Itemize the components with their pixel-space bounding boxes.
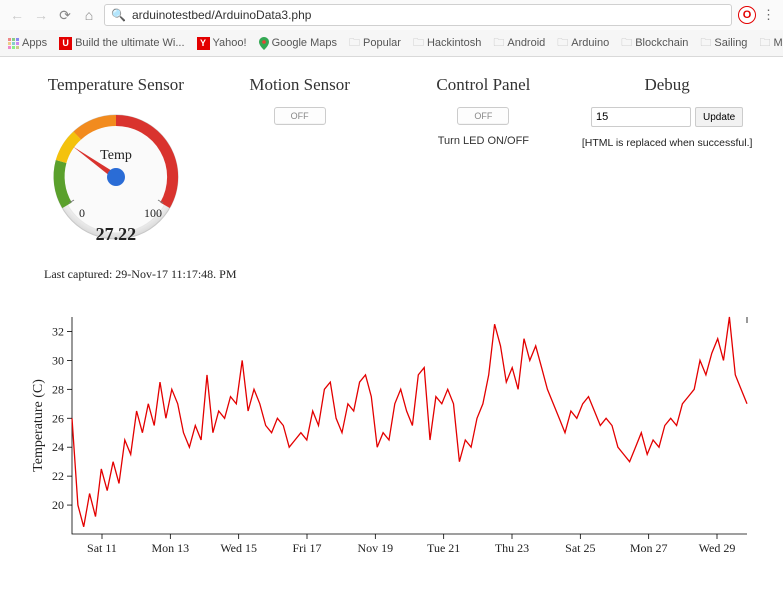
gauge: 0 100 Temp 27.22: [28, 107, 204, 245]
svg-text:Mon 27: Mon 27: [630, 541, 668, 555]
temp-panel: Temperature Sensor: [28, 75, 204, 245]
bookmark-label: Popular: [363, 37, 401, 49]
folder-icon: 🗀: [349, 34, 360, 53]
control-title: Control Panel: [396, 75, 572, 95]
bookmark-popular[interactable]: 🗀Popular: [349, 34, 401, 53]
bookmark-label: Hackintosh: [427, 37, 481, 49]
motion-panel: Motion Sensor OFF: [212, 75, 388, 245]
bookmark-hackintosh[interactable]: 🗀Hackintosh: [413, 34, 481, 53]
browser-chrome: ← → ⟳ ⌂ 🔍 arduinotestbed/ArduinoData3.ph…: [0, 0, 783, 57]
svg-text:Thu 23: Thu 23: [495, 541, 529, 555]
menu-button[interactable]: ⋮: [762, 7, 775, 23]
url-text: arduinotestbed/ArduinoData3.php: [132, 8, 311, 22]
svg-text:Sat 25: Sat 25: [565, 541, 595, 555]
motion-toggle[interactable]: OFF: [274, 107, 326, 125]
bookmark-android[interactable]: 🗀Android: [493, 34, 545, 53]
folder-icon: 🗀: [759, 34, 770, 53]
folder-icon: 🗀: [621, 34, 632, 53]
debug-title: Debug: [579, 75, 755, 95]
svg-text:Wed 15: Wed 15: [220, 541, 257, 555]
svg-text:Sat 11: Sat 11: [87, 541, 117, 555]
temp-title: Temperature Sensor: [28, 75, 204, 95]
forward-button[interactable]: →: [32, 6, 50, 24]
apps-icon: [8, 38, 19, 49]
bookmark-yahoo[interactable]: Y Yahoo!: [197, 37, 247, 50]
debug-input[interactable]: [591, 107, 691, 127]
control-sublabel: Turn LED ON/OFF: [396, 135, 572, 147]
bookmark-label: Google Maps: [272, 37, 337, 49]
bookmark-label: Android: [507, 37, 545, 49]
search-icon: 🔍: [111, 8, 126, 22]
bookmark-label: Build the ultimate Wi...: [75, 37, 184, 49]
yahoo-icon: Y: [197, 37, 210, 50]
gauge-min-label: 0: [79, 206, 85, 220]
debug-status: [HTML is replaced when successful.]: [579, 137, 755, 149]
bookmark-label: Sailing: [714, 37, 747, 49]
opera-icon[interactable]: O: [738, 6, 756, 24]
gauge-label: Temp: [100, 148, 132, 163]
svg-text:Nov 19: Nov 19: [357, 541, 393, 555]
svg-text:Fri 17: Fri 17: [292, 541, 321, 555]
last-captured-label: Last captured: 29-Nov-17 11:17:48. PM: [28, 267, 755, 282]
bookmark-label: Yahoo!: [213, 37, 247, 49]
bookmark-sailing[interactable]: 🗀Sailing: [700, 34, 747, 53]
bookmark-label: Mobile: [773, 37, 783, 49]
bookmark-apps[interactable]: Apps: [8, 37, 47, 49]
bookmark-label: Arduino: [571, 37, 609, 49]
bookmark-wifi[interactable]: U Build the ultimate Wi...: [59, 37, 184, 50]
svg-text:28: 28: [52, 382, 64, 396]
svg-text:20: 20: [52, 498, 64, 512]
bookmark-gmaps[interactable]: Google Maps: [259, 37, 337, 50]
back-button[interactable]: ←: [8, 6, 26, 24]
svg-text:32: 32: [52, 324, 64, 338]
svg-text:Mon 13: Mon 13: [151, 541, 189, 555]
svg-text:30: 30: [52, 353, 64, 367]
update-button[interactable]: Update: [695, 107, 743, 127]
folder-icon: 🗀: [557, 34, 568, 53]
led-toggle[interactable]: OFF: [457, 107, 509, 125]
panels-row: Temperature Sensor: [28, 75, 755, 245]
svg-text:Tue 21: Tue 21: [427, 541, 460, 555]
temperature-chart: 20 22 24 26 28 30 32 Temperature (C) Sat 11 Mon 1…: [28, 312, 755, 565]
folder-icon: 🗀: [700, 34, 711, 53]
folder-icon: 🗀: [493, 34, 504, 53]
bookmark-arduino[interactable]: 🗀Arduino: [557, 34, 609, 53]
svg-text:Temperature (C): Temperature (C): [31, 379, 46, 472]
svg-text:Wed 29: Wed 29: [699, 541, 736, 555]
shield-icon: U: [59, 37, 72, 50]
home-button[interactable]: ⌂: [80, 6, 98, 24]
motion-title: Motion Sensor: [212, 75, 388, 95]
folder-icon: 🗀: [413, 34, 424, 53]
reload-button[interactable]: ⟳: [56, 6, 74, 24]
debug-panel: Debug Update [HTML is replaced when succ…: [579, 75, 755, 245]
bookmark-label: Apps: [22, 37, 47, 49]
page-content: Temperature Sensor: [0, 57, 783, 575]
map-pin-icon: [259, 37, 269, 50]
url-bar[interactable]: 🔍 arduinotestbed/ArduinoData3.php: [104, 4, 732, 26]
gauge-max-label: 100: [144, 206, 162, 220]
bookmark-blockchain[interactable]: 🗀Blockchain: [621, 34, 688, 53]
svg-text:26: 26: [52, 411, 64, 425]
bookmarks-bar: Apps U Build the ultimate Wi... Y Yahoo!…: [0, 30, 783, 56]
svg-text:24: 24: [52, 440, 64, 454]
bookmark-mobile[interactable]: 🗀Mobile: [759, 34, 783, 53]
browser-toolbar: ← → ⟳ ⌂ 🔍 arduinotestbed/ArduinoData3.ph…: [0, 0, 783, 30]
bookmark-label: Blockchain: [635, 37, 688, 49]
chart-svg: 20 22 24 26 28 30 32 Temperature (C) Sat 11 Mon 1…: [28, 312, 755, 562]
control-panel: Control Panel OFF Turn LED ON/OFF: [396, 75, 572, 245]
svg-text:22: 22: [52, 469, 64, 483]
